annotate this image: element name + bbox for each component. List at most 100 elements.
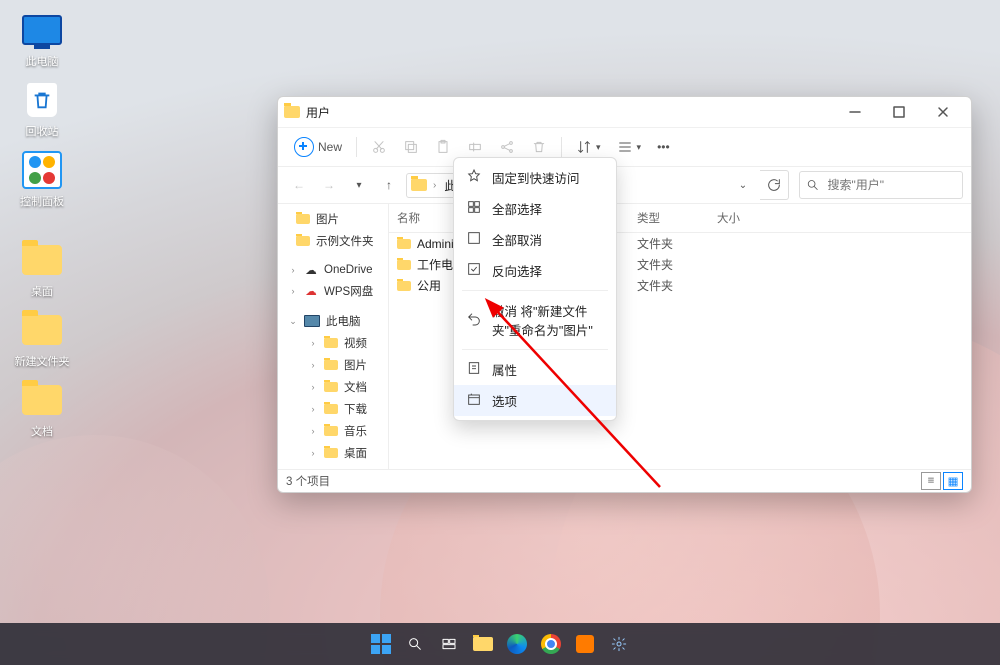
view-details-button[interactable]: ≡ (921, 472, 941, 490)
context-menu-prop[interactable]: 属性 (454, 354, 616, 385)
recycle-bin-icon (27, 83, 57, 117)
chevron-right-icon: › (431, 180, 438, 191)
pc-icon (304, 315, 320, 327)
titlebar[interactable]: 用户 (278, 97, 971, 128)
chevron-right-icon: › (288, 286, 298, 296)
sidebar-item-label: 桌面 (344, 445, 367, 461)
status-bar: 3 个项目 ≡ ▦ (278, 469, 971, 492)
rename-button[interactable] (461, 135, 489, 159)
folder-icon (397, 281, 411, 291)
sidebar-item-wps[interactable]: ›☁WPS网盘 (278, 280, 388, 302)
breadcrumb-dropdown[interactable]: ⌄ (730, 171, 756, 199)
folder-icon (22, 315, 62, 345)
sidebar-item[interactable]: ›桌面 (278, 442, 388, 464)
chevron-right-icon: › (308, 426, 318, 436)
windows-logo-icon (371, 634, 391, 654)
context-menu-sel-none[interactable]: 全部取消 (454, 224, 616, 255)
sidebar-item-onedrive[interactable]: ›☁OneDrive (278, 260, 388, 280)
taskbar-settings[interactable] (605, 630, 633, 658)
file-type: 文件夹 (637, 235, 717, 252)
context-menu-label: 属性 (492, 360, 517, 379)
refresh-button[interactable] (760, 170, 789, 200)
sidebar-item[interactable]: ›文档 (278, 376, 388, 398)
sidebar-item[interactable]: ›音乐 (278, 420, 388, 442)
context-menu-sel-all[interactable]: 全部选择 (454, 193, 616, 224)
context-menu-pin[interactable]: 固定到快速访问 (454, 162, 616, 193)
maximize-button[interactable] (877, 97, 921, 127)
sidebar-item[interactable]: › 图片 (278, 354, 388, 376)
check-none-icon (466, 230, 482, 249)
more-button[interactable]: ••• (651, 136, 676, 158)
desktop-icon-label: 此电脑 (12, 53, 72, 69)
taskbar-explorer[interactable] (469, 630, 497, 658)
paste-button[interactable] (429, 135, 457, 159)
desktop-icon-control-panel[interactable]: 控制面板 (12, 150, 72, 209)
taskbar-search[interactable] (401, 630, 429, 658)
cloud-icon: ☁ (304, 263, 318, 277)
taskbar[interactable] (0, 623, 1000, 665)
recent-button[interactable]: ▾ (346, 171, 372, 199)
context-menu-label: 全部选择 (492, 199, 542, 218)
sidebar-item[interactable]: ›视频 (278, 332, 388, 354)
back-button[interactable]: ← (286, 171, 312, 199)
sidebar-item-this-pc[interactable]: ⌄此电脑 (278, 310, 388, 332)
context-menu-undo[interactable]: 撤消 将"新建文件夹"重命名为"图片" (454, 295, 616, 345)
context-menu-options[interactable]: 选项 (454, 385, 616, 416)
sort-button[interactable]: ▾ (570, 135, 607, 159)
column-type[interactable]: 类型 (637, 210, 717, 226)
context-menu-label: 反向选择 (492, 261, 542, 280)
start-button[interactable] (367, 630, 395, 658)
folder-icon (324, 338, 338, 348)
file-explorer-window: 用户 New ▾ ▾ ••• ← → ▾ (277, 96, 972, 493)
desktop-icon-folder[interactable]: 新建文件夹 (12, 310, 72, 369)
close-button[interactable] (921, 97, 965, 127)
chevron-right-icon: › (308, 338, 318, 348)
copy-button[interactable] (397, 135, 425, 159)
chevron-right-icon: › (308, 382, 318, 392)
desktop[interactable]: 此电脑 回收站 控制面板 桌面 新建文件夹 文档 用户 (0, 0, 1000, 665)
new-button[interactable]: New (288, 133, 348, 161)
context-menu-sel-inv[interactable]: 反向选择 (454, 255, 616, 286)
file-type: 文件夹 (637, 256, 717, 273)
up-button[interactable]: ↑ (376, 171, 402, 199)
sidebar-item[interactable]: › 下载 (278, 398, 388, 420)
chevron-right-icon: › (308, 404, 318, 414)
desktop-icon-this-pc[interactable]: 此电脑 (12, 10, 72, 69)
desktop-icon-folder[interactable]: 文档 (12, 380, 72, 439)
view-icons-button[interactable]: ▦ (943, 472, 963, 490)
sidebar-item[interactable]: 示例文件夹 (278, 230, 388, 252)
folder-icon (324, 404, 338, 414)
context-menu: 固定到快速访问全部选择全部取消反向选择撤消 将"新建文件夹"重命名为"图片" 属性… (453, 157, 617, 421)
search-box[interactable] (799, 171, 963, 199)
navigation-row: ← → ▾ ↑ › 此电脑 › 本地... ⌄ (278, 167, 971, 204)
share-button[interactable] (493, 135, 521, 159)
desktop-icon-label: 文档 (12, 423, 72, 439)
sidebar-item[interactable]: 图片 (278, 208, 388, 230)
minimize-button[interactable] (833, 97, 877, 127)
folder-icon (397, 239, 411, 249)
desktop-icon-recycle-bin[interactable]: 回收站 (12, 80, 72, 139)
chevron-right-icon: › (308, 360, 318, 370)
edge-icon (507, 634, 527, 654)
sidebar-item-label: 下载 (344, 401, 367, 417)
control-panel-icon (22, 151, 62, 189)
folder-icon (22, 245, 62, 275)
context-menu-label: 固定到快速访问 (492, 168, 580, 187)
sidebar-item-label: 图片 (344, 357, 367, 373)
cut-button[interactable] (365, 135, 393, 159)
toolbar: New ▾ ▾ ••• (278, 128, 971, 167)
sidebar[interactable]: 图片 示例文件夹 ›☁OneDrive ›☁WPS网盘 ⌄此电脑 ›视频›图片›… (278, 204, 389, 469)
view-button[interactable]: ▾ (611, 135, 648, 159)
taskbar-app[interactable] (571, 630, 599, 658)
forward-button[interactable]: → (316, 171, 342, 199)
delete-button[interactable] (525, 135, 553, 159)
taskbar-chrome[interactable] (537, 630, 565, 658)
chevron-down-icon: ⌄ (288, 316, 298, 327)
star-icon (466, 168, 482, 187)
taskbar-edge[interactable] (503, 630, 531, 658)
context-menu-label: 全部取消 (492, 230, 542, 249)
column-size[interactable]: 大小 (717, 210, 777, 226)
desktop-icon-folder[interactable]: 桌面 (12, 240, 72, 299)
task-view-button[interactable] (435, 630, 463, 658)
search-input[interactable] (826, 177, 957, 193)
